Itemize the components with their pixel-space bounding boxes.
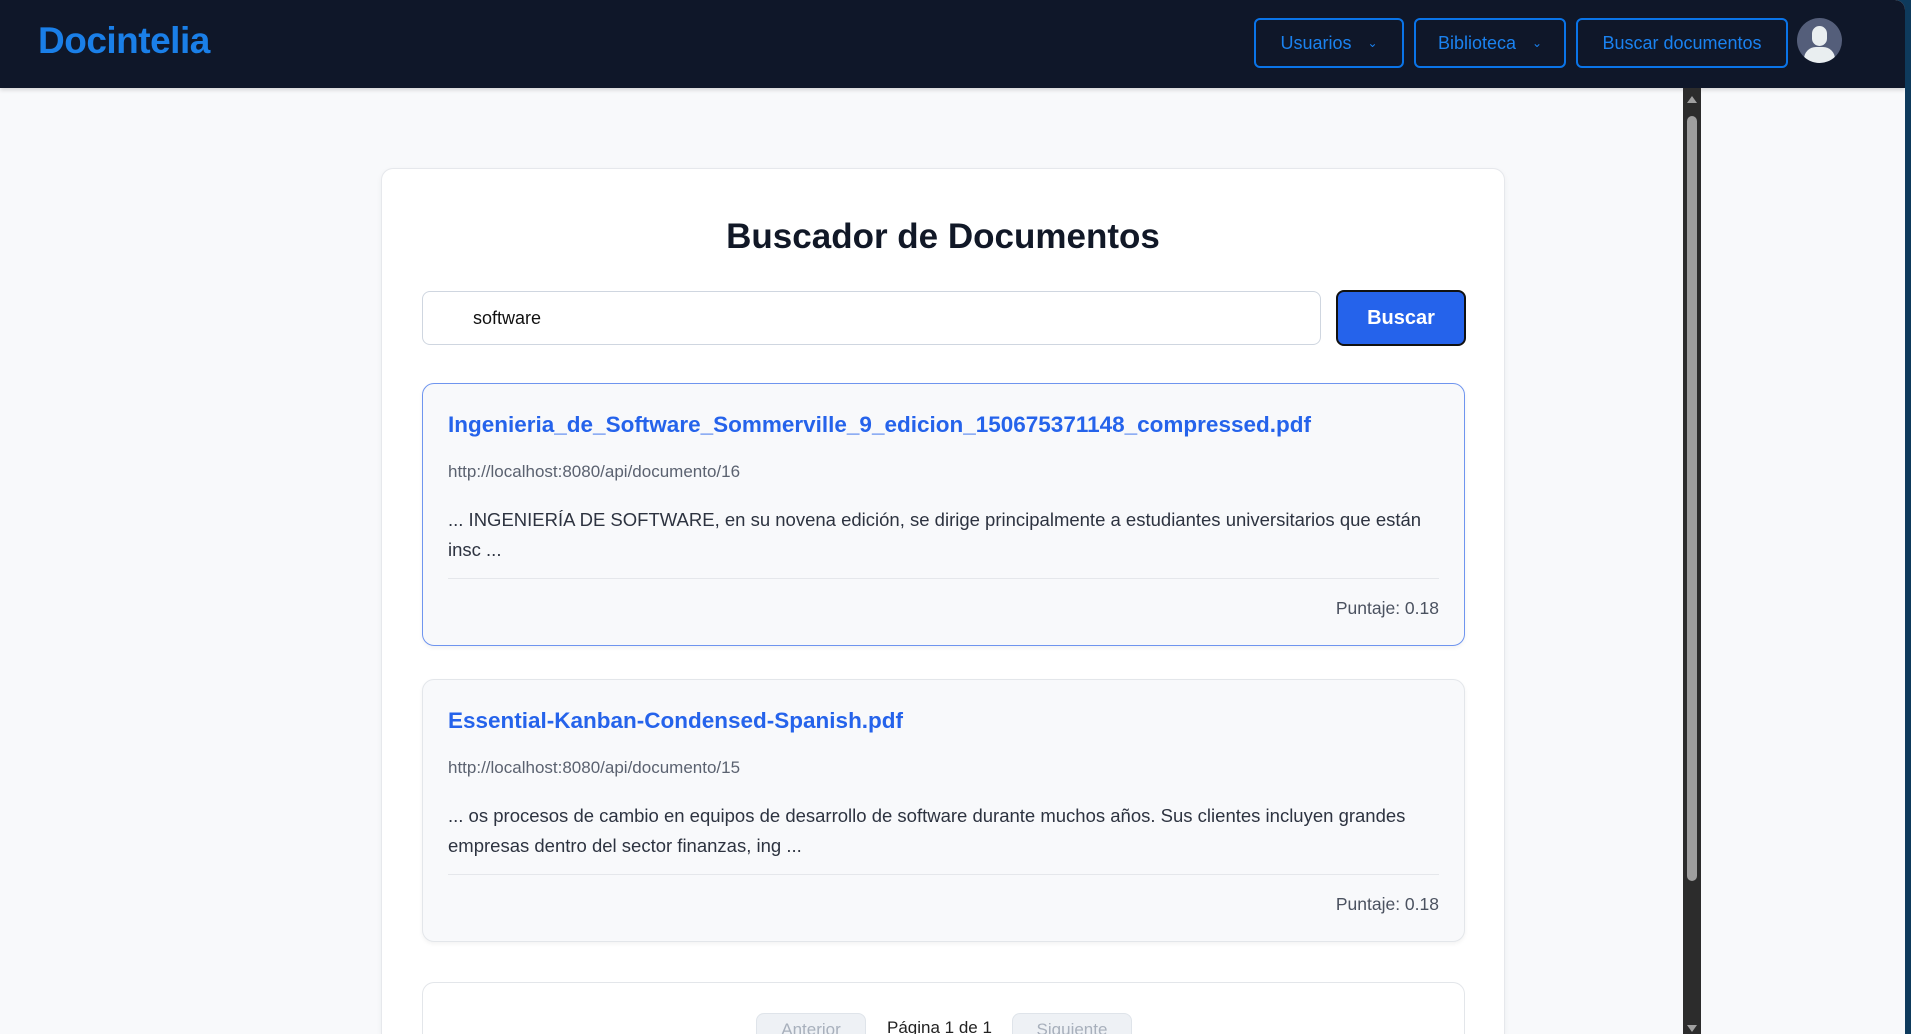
result-card: Ingenieria_de_Software_Sommerville_9_edi…	[422, 383, 1465, 646]
result-snippet: ... os procesos de cambio en equipos de …	[448, 805, 1406, 856]
next-page-button[interactable]: Siguiente	[1012, 1013, 1132, 1034]
scrollbar-thumb[interactable]	[1687, 116, 1697, 881]
app-window: Docintelia Usuarios ⌄ Biblioteca ⌄ Busca…	[0, 0, 1905, 1034]
result-title-link[interactable]: Essential-Kanban-Condensed-Spanish.pdf	[448, 708, 903, 734]
scrollbar[interactable]	[1683, 88, 1701, 1034]
divider	[448, 578, 1439, 579]
chevron-down-icon: ⌄	[1367, 36, 1378, 50]
page-info: Página 1 de 1	[887, 1018, 992, 1034]
result-score: Puntaje: 0.18	[1335, 598, 1439, 618]
scroll-down-arrow-icon[interactable]	[1687, 1025, 1697, 1032]
result-snippet: ... INGENIERÍA DE SOFTWARE, en su novena…	[448, 509, 1422, 560]
logo[interactable]: Docintelia	[38, 20, 210, 62]
result-title-link[interactable]: Ingenieria_de_Software_Sommerville_9_edi…	[448, 412, 1311, 438]
search-input[interactable]	[422, 291, 1321, 345]
biblioteca-dropdown[interactable]: Biblioteca ⌄	[1414, 18, 1566, 68]
search-card: Buscador de Documentos Buscar Ingenieria…	[381, 168, 1505, 1034]
result-card: Essential-Kanban-Condensed-Spanish.pdf h…	[422, 679, 1465, 942]
user-avatar-icon[interactable]	[1797, 18, 1842, 63]
chevron-down-icon: ⌄	[1531, 36, 1543, 50]
prev-page-button[interactable]: Anterior	[756, 1013, 866, 1034]
usuarios-dropdown[interactable]: Usuarios ⌄	[1254, 18, 1404, 68]
buscar-documentos-button[interactable]: Buscar documentos	[1576, 18, 1788, 68]
scroll-up-arrow-icon[interactable]	[1687, 96, 1697, 103]
biblioteca-label: Biblioteca	[1437, 32, 1516, 53]
divider	[448, 874, 1439, 875]
pagination: Anterior Página 1 de 1 Siguiente	[422, 982, 1465, 1034]
result-url: http://localhost:8080/api/documento/15	[448, 758, 741, 777]
result-url: http://localhost:8080/api/documento/16	[448, 462, 741, 481]
usuarios-label: Usuarios	[1280, 32, 1352, 53]
navbar: Docintelia Usuarios ⌄ Biblioteca ⌄ Busca…	[0, 0, 1905, 88]
result-score: Puntaje: 0.18	[1335, 894, 1439, 914]
page-title: Buscador de Documentos	[726, 217, 1160, 256]
search-button[interactable]: Buscar	[1336, 290, 1466, 346]
